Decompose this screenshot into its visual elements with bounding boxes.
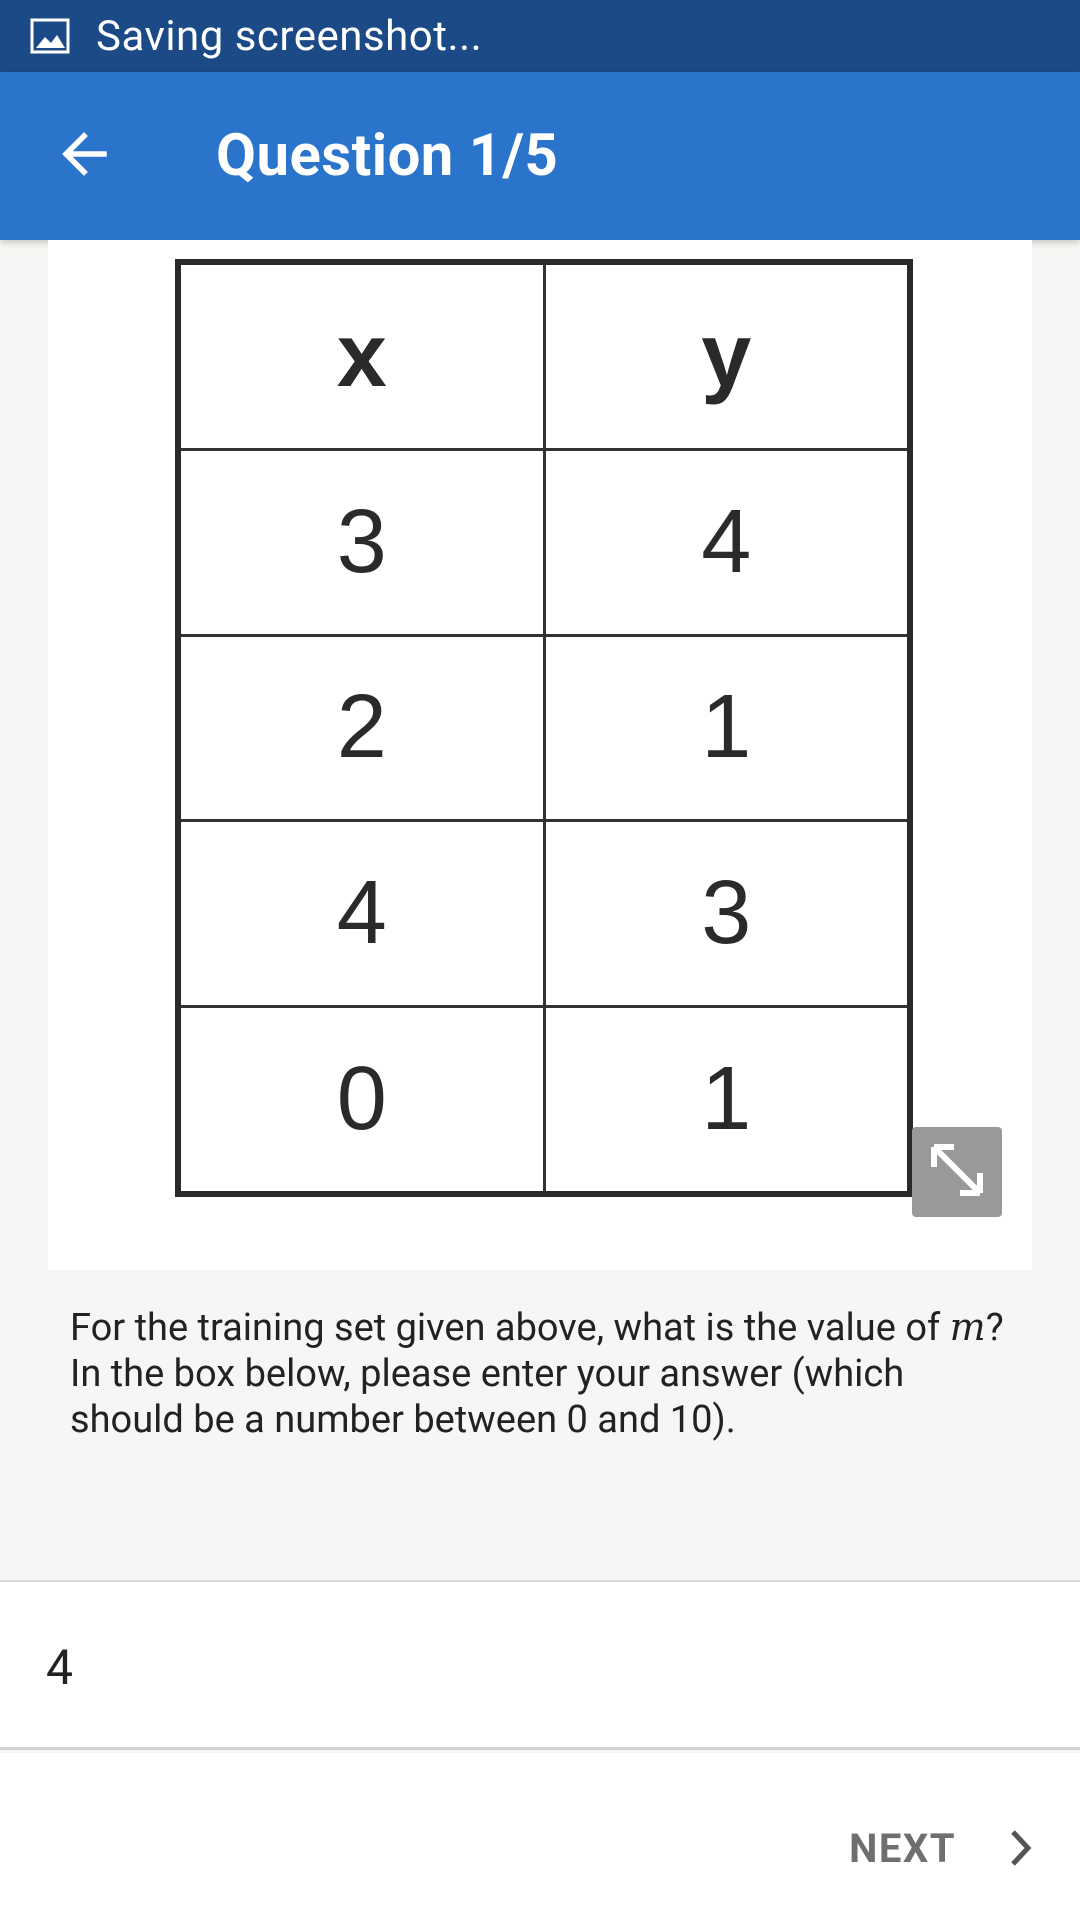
table-cell: 2 <box>176 633 546 823</box>
table-cell: 4 <box>176 819 546 1008</box>
table-header-cell: x <box>176 260 546 452</box>
table-cell: 3 <box>176 448 546 637</box>
table-row: 2 1 <box>176 633 912 823</box>
table-header-cell: y <box>542 260 912 452</box>
image-icon <box>30 18 70 54</box>
question-text: For the training set given above, what i… <box>70 1304 1010 1443</box>
table-cell: 1 <box>542 633 912 823</box>
table-header-row: x y <box>176 260 912 452</box>
table-row: 4 3 <box>176 819 912 1008</box>
back-button[interactable] <box>24 96 144 216</box>
data-table: x y 3 4 2 1 4 3 0 1 <box>175 259 913 1197</box>
next-label: NEXT <box>849 1824 956 1872</box>
question-text-part1: For the training set given above, what i… <box>70 1306 941 1350</box>
math-variable: m <box>949 1305 986 1349</box>
arrow-left-icon <box>58 128 110 184</box>
answer-area <box>0 1580 1080 1750</box>
table-cell: 3 <box>542 819 912 1008</box>
expand-image-button[interactable] <box>912 1127 1002 1217</box>
table-cell: 0 <box>176 1004 546 1196</box>
chevron-right-icon <box>1008 1828 1034 1868</box>
status-text: Saving screenshot... <box>96 11 483 61</box>
expand-arrows-icon <box>922 1135 992 1209</box>
table-row: 0 1 <box>176 1004 912 1196</box>
question-image: x y 3 4 2 1 4 3 0 1 <box>48 240 1032 1270</box>
footer: NEXT <box>0 1753 1080 1920</box>
status-bar: Saving screenshot... <box>0 0 1080 72</box>
app-bar: Question 1/5 <box>0 72 1080 240</box>
table-cell: 1 <box>542 1004 912 1196</box>
table-row: 3 4 <box>176 448 912 637</box>
answer-input[interactable] <box>46 1612 1026 1722</box>
next-button[interactable]: NEXT <box>849 1808 1034 1888</box>
page-title: Question 1/5 <box>216 122 559 190</box>
table-cell: 4 <box>542 448 912 637</box>
